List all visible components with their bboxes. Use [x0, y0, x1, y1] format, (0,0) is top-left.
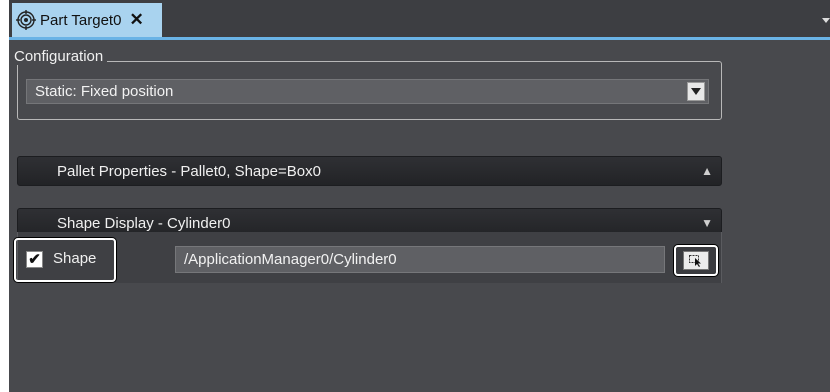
pallet-properties-header[interactable]: Pallet Properties - Pallet0, Shape=Box0 … [17, 156, 722, 186]
select-shape-button[interactable] [674, 245, 718, 276]
cursor-select-icon [683, 251, 709, 270]
window-edge [0, 0, 9, 392]
tab-part-target[interactable]: Part Target0 ✕ [12, 3, 162, 37]
shape-checkbox[interactable]: ✔ [26, 251, 43, 268]
tab-bar: Part Target0 ✕ [9, 0, 830, 40]
shape-checkbox-label[interactable]: Shape [53, 250, 96, 267]
expand-down-icon: ▼ [701, 216, 713, 230]
tab-title: Part Target0 [40, 11, 122, 29]
tab-close-button[interactable]: ✕ [129, 10, 143, 30]
collapse-up-icon: ▲ [701, 164, 713, 178]
chevron-down-icon [691, 88, 701, 95]
checkmark-icon: ✔ [28, 251, 41, 268]
shape-display-label: Shape Display - Cylinder0 [57, 214, 231, 232]
configuration-select[interactable]: Static: Fixed position [26, 79, 709, 104]
pallet-properties-label: Pallet Properties - Pallet0, Shape=Box0 [57, 162, 321, 180]
configuration-selected-value: Static: Fixed position [35, 83, 174, 100]
shape-path-field[interactable]: /ApplicationManager0/Cylinder0 [175, 246, 665, 273]
tab-overflow-arrow-icon[interactable] [822, 18, 830, 23]
dropdown-button[interactable] [687, 82, 705, 101]
configuration-legend: Configuration [10, 48, 108, 65]
target-icon [16, 10, 36, 30]
